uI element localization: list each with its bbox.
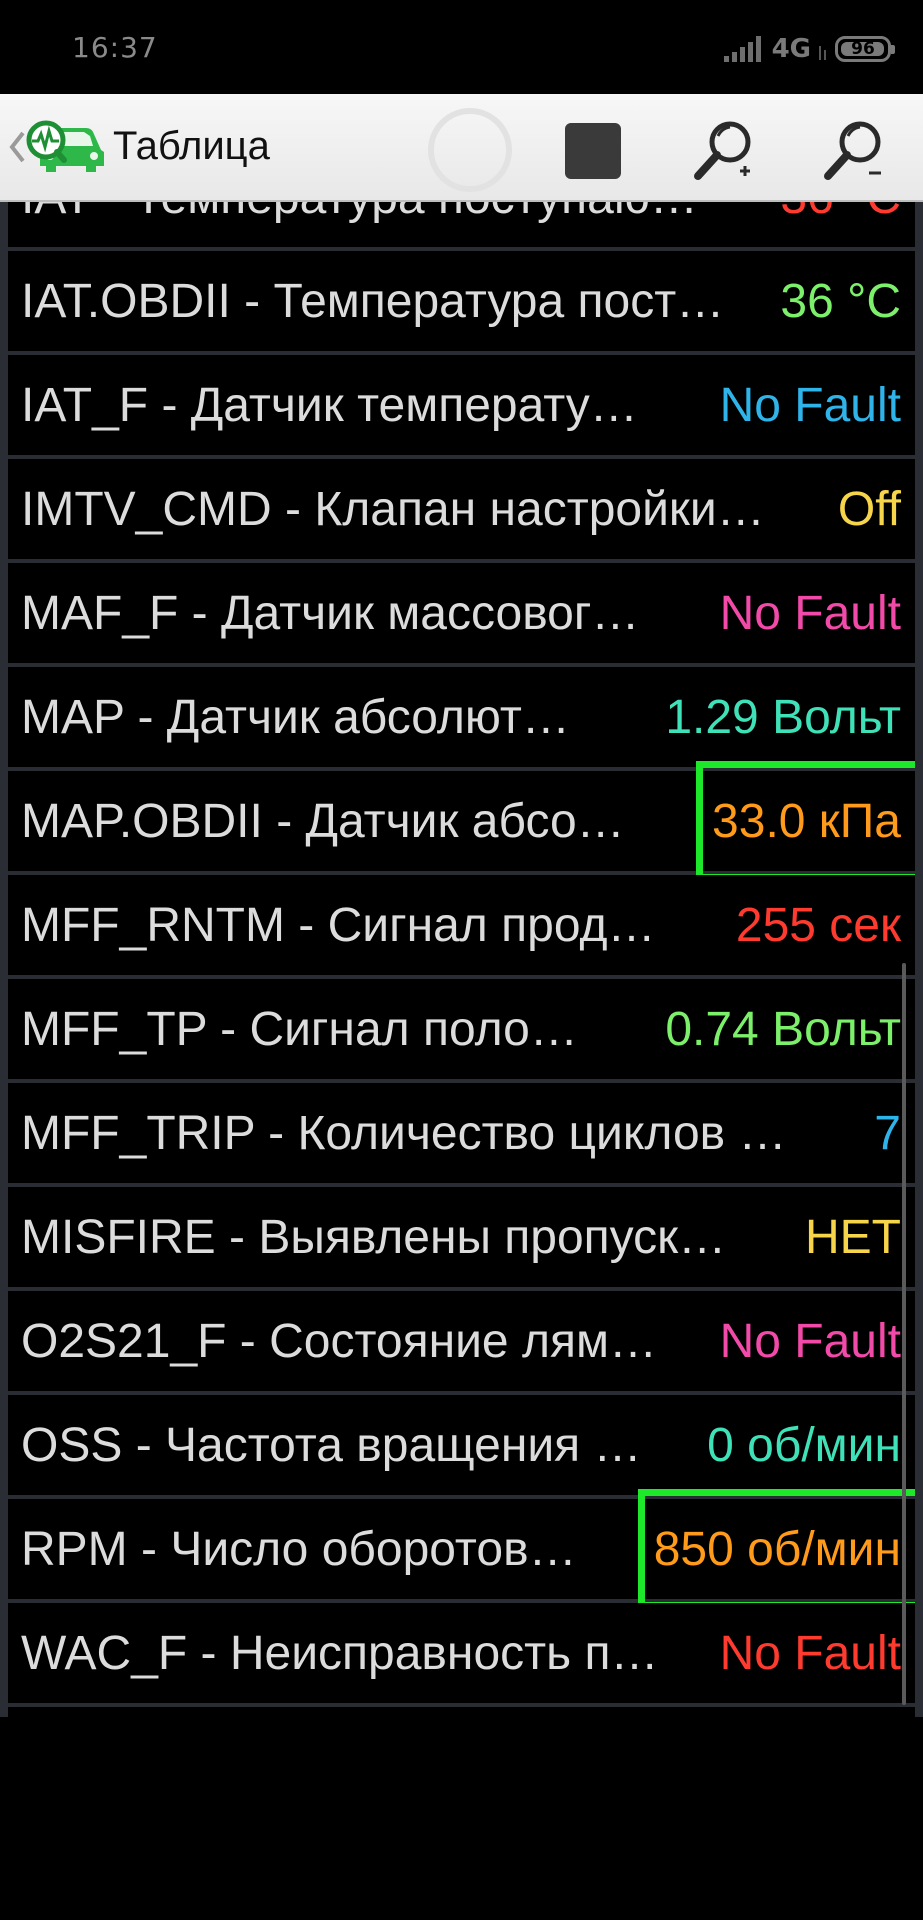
parameter-value: 0 об/мин	[707, 1418, 901, 1472]
parameter-name: MAP - Датчик абсолют…	[21, 690, 570, 744]
parameter-name: MFF_RNTM - Сигнал прод…	[21, 898, 656, 952]
status-indicators: 4G 96	[723, 34, 895, 64]
table-row[interactable]: MFF_RNTM - Сигнал прод… 255 сек	[8, 875, 915, 979]
table-row[interactable]: WAC_F - Неисправность п… No Fault	[8, 1603, 915, 1707]
table-row[interactable]: IAT.OBDII - Температура пост… 36 °C	[8, 251, 915, 355]
parameter-value: No Fault	[719, 1314, 901, 1368]
zoom-out-icon[interactable]	[822, 118, 888, 184]
parameter-name: IAT_F - Датчик температу…	[21, 378, 638, 432]
table-row[interactable]: RPM - Число оборотов… 850 об/мин	[8, 1488, 923, 1613]
page-title: Таблица	[113, 124, 270, 168]
table-row[interactable]: MAP - Датчик абсолют… 1.29 Вольт	[8, 667, 915, 771]
table-row[interactable]: MFF_TRIP - Количество циклов … 7	[8, 1083, 915, 1187]
parameter-value: 1.29 Вольт	[665, 690, 901, 744]
parameter-name: MFF_TRIP - Количество циклов …	[21, 1106, 787, 1160]
signal-strength-icon	[723, 36, 761, 62]
parameter-name: IAT - Температура поступаю…	[21, 202, 764, 225]
table-row[interactable]: IAT_F - Датчик температу… No Fault	[8, 355, 915, 459]
parameter-value: 255 сек	[735, 898, 901, 952]
loading-spinner	[428, 108, 512, 192]
table-row[interactable]: OSS - Частота вращения … 0 об/мин	[8, 1395, 915, 1499]
network-type: 4G	[771, 34, 811, 64]
parameter-value: 36 °C	[764, 202, 901, 225]
table-row[interactable]: O2S21_F - Состояние лям… No Fault	[8, 1291, 915, 1395]
parameter-value: No Fault	[719, 1626, 901, 1680]
zoom-in-icon[interactable]	[692, 118, 758, 184]
parameter-value: No Fault	[719, 378, 901, 432]
stop-button[interactable]	[565, 123, 621, 179]
table-rows: IAT - Температура поступаю…36 °CIAT.OBDI…	[0, 202, 923, 1707]
parameter-name: RPM - Число оборотов…	[21, 1522, 577, 1576]
parameter-value: 33.0 кПа	[696, 760, 923, 885]
table-row[interactable]: IMTV_CMD - Клапан настройки… Off	[8, 459, 915, 563]
status-time: 16:37	[72, 31, 158, 64]
battery-level: 96	[851, 39, 875, 59]
parameter-name: MAP.OBDII - Датчик абсо…	[21, 794, 625, 848]
status-bar: 16:37 4G 96	[0, 0, 923, 94]
scrollbar[interactable]	[902, 963, 906, 1705]
parameter-name: MISFIRE - Выявлены пропуск…	[21, 1210, 727, 1264]
parameter-name: MAF_F - Датчик массовог…	[21, 586, 640, 640]
app-bar: Таблица	[0, 94, 923, 202]
parameter-table[interactable]: IAT - Температура поступаю…36 °CIAT.OBDI…	[0, 202, 923, 1712]
parameter-name: OSS - Частота вращения …	[21, 1418, 642, 1472]
parameter-name: IAT.OBDII - Температура пост…	[21, 274, 725, 328]
parameter-value: 36 °C	[780, 274, 901, 328]
parameter-name: O2S21_F - Состояние лям…	[21, 1314, 657, 1368]
parameter-value: Off	[837, 482, 901, 536]
parameter-value: No Fault	[719, 586, 901, 640]
data-activity-icon	[819, 46, 826, 60]
parameter-name: MFF_TP - Сигнал поло…	[21, 1002, 578, 1056]
parameter-value: 850 об/мин	[637, 1488, 923, 1613]
table-row[interactable]: MFF_TP - Сигнал поло… 0.74 Вольт	[8, 979, 915, 1083]
parameter-name: IMTV_CMD - Клапан настройки…	[21, 482, 765, 536]
parameter-name: WAC_F - Неисправность п…	[21, 1626, 659, 1680]
table-row[interactable]: IAT - Температура поступаю…36 °C	[8, 202, 915, 251]
battery-icon: 96	[835, 36, 895, 62]
parameter-value: 0.74 Вольт	[665, 1002, 901, 1056]
table-row[interactable]: MAP.OBDII - Датчик абсо… 33.0 кПа	[8, 760, 923, 885]
car-diagnostic-icon[interactable]	[26, 116, 106, 176]
parameter-value: 7	[874, 1106, 901, 1160]
table-row[interactable]: MISFIRE - Выявлены пропуск… НЕТ	[8, 1187, 915, 1291]
table-row[interactable]: MAF_F - Датчик массовог… No Fault	[8, 563, 915, 667]
chevron-left-icon[interactable]	[8, 130, 26, 164]
parameter-value: НЕТ	[805, 1210, 901, 1264]
